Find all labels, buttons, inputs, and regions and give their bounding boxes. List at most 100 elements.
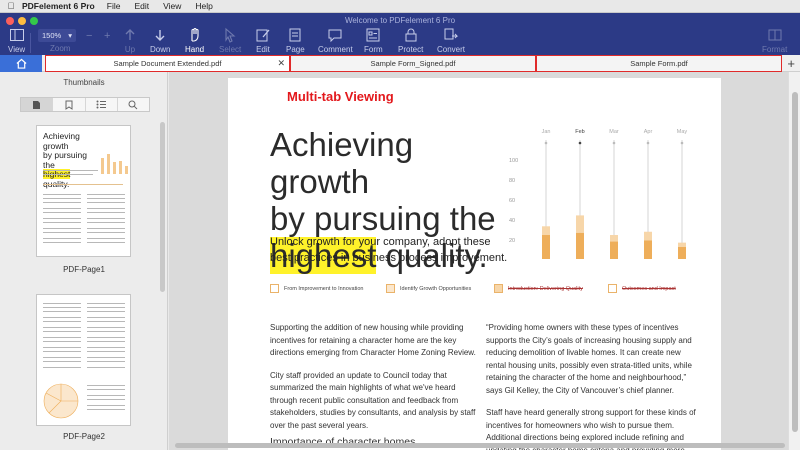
- tab-sample-document-extended[interactable]: Sample Document Extended.pdf ✕: [45, 55, 290, 72]
- bar-chart: 100 80 60 40 20 Jan Feb Mar Apr May: [509, 129, 688, 259]
- y-tick-label: 40: [509, 218, 515, 224]
- cursor-icon: [225, 27, 236, 43]
- zoom-value: 150%: [42, 31, 62, 40]
- thumbnail-page-1[interactable]: Achieving growth by pursuing the highest…: [36, 125, 131, 257]
- format-icon: [768, 29, 782, 41]
- legend-item-2: Identify Growth Opportunities: [386, 284, 471, 293]
- toolbar-divider: [30, 33, 31, 53]
- add-tab-button[interactable]: +: [787, 55, 795, 72]
- thumbnails-panel: Thumbnails Achieving growth by pursuing …: [0, 72, 168, 450]
- legend-swatch: [386, 284, 395, 293]
- y-tick-label: 60: [509, 198, 515, 204]
- legend-item-3: Introduction: Delivering Quality: [494, 284, 583, 293]
- convert-button[interactable]: Convert: [437, 27, 465, 54]
- y-tick-label: 100: [509, 158, 518, 164]
- search-icon: [128, 100, 138, 109]
- hand-label: Hand: [185, 45, 205, 54]
- form-button[interactable]: Form: [364, 27, 383, 54]
- edit-icon: [256, 29, 270, 42]
- bookmark-icon: [65, 100, 73, 110]
- form-label: Form: [364, 45, 383, 54]
- panel-title: Thumbnails: [63, 78, 105, 87]
- down-label: Down: [150, 45, 171, 54]
- close-icon[interactable]: ✕: [277, 58, 285, 69]
- comment-icon: [328, 29, 342, 43]
- bar-light: [542, 226, 550, 236]
- text-column-left: Supporting the addition of new housing w…: [270, 322, 480, 442]
- form-icon: [366, 28, 380, 42]
- legend-label: Identify Growth Opportunities: [400, 285, 472, 292]
- arrow-down-icon: [155, 30, 165, 41]
- legend-label: Outcomes and Impact: [622, 285, 676, 292]
- hand-button[interactable]: Hand: [185, 27, 204, 54]
- legend-swatch: [608, 284, 617, 293]
- page-button[interactable]: Page: [286, 27, 305, 54]
- apple-icon[interactable]: : [0, 1, 22, 11]
- home-tab[interactable]: [0, 55, 42, 72]
- menu-help[interactable]: Help: [195, 1, 212, 11]
- legend-item-4: Outcomes and Impact: [608, 284, 676, 293]
- view-label: View: [8, 45, 26, 54]
- vertical-scrollbar-thumb[interactable]: [792, 92, 798, 432]
- lock-icon: [405, 28, 417, 42]
- up-button[interactable]: Up: [122, 27, 138, 54]
- document-page: Multi-tab Viewing Achieving growth by pu…: [228, 78, 721, 450]
- x-tick-label: May: [677, 129, 688, 135]
- x-tick-label: Feb: [575, 129, 584, 135]
- edit-button[interactable]: Edit: [255, 27, 271, 54]
- search-tab[interactable]: [118, 98, 149, 111]
- outline-tab[interactable]: [86, 98, 118, 111]
- zoom-out-button[interactable]: −: [86, 30, 92, 42]
- bar-light: [610, 235, 618, 242]
- protect-button[interactable]: Protect: [398, 27, 423, 54]
- view-button[interactable]: View: [8, 27, 25, 54]
- menu-edit[interactable]: Edit: [134, 1, 149, 11]
- format-button[interactable]: Format: [762, 27, 787, 54]
- up-label: Up: [124, 45, 136, 54]
- category-marker: [544, 141, 548, 145]
- tab-sample-form-signed[interactable]: Sample Form_Signed.pdf: [290, 55, 536, 72]
- category-marker: [646, 141, 650, 145]
- menu-bar:  PDFelement 6 Pro File Edit View Help: [0, 0, 800, 13]
- tab-label: Sample Form.pdf: [630, 59, 688, 68]
- bookmark-tab[interactable]: [53, 98, 86, 111]
- x-tick-label: Jan: [542, 129, 551, 135]
- legend-label: Introduction: Delivering Quality: [508, 285, 583, 292]
- bar-dark: [678, 247, 686, 259]
- menu-view[interactable]: View: [163, 1, 181, 11]
- panel-tabs: [20, 97, 150, 112]
- x-tick-label: Apr: [644, 129, 653, 135]
- y-tick-label: 20: [509, 238, 515, 244]
- tab-sample-form[interactable]: Sample Form.pdf: [536, 55, 782, 72]
- thumbnail-headline: Achieving growth by pursuing the highest…: [43, 131, 87, 188]
- legend-item-1: From Improvement to Innovation: [270, 284, 363, 293]
- thumbnail-label-page-2: PDF-Page2: [63, 432, 105, 441]
- vertical-scrollbar[interactable]: [788, 72, 800, 450]
- category-marker: [680, 141, 684, 145]
- horizontal-scrollbar[interactable]: [175, 443, 785, 448]
- chevron-down-icon: ▾: [68, 31, 72, 40]
- toolbar: Welcome to PDFelement 6 Pro View 150% ▾ …: [0, 13, 800, 55]
- category-marker: [578, 141, 582, 145]
- thumbnail-page-2[interactable]: [36, 294, 131, 426]
- paragraph: City staff provided an update to Council…: [270, 370, 476, 430]
- text-column-right: “Providing home owners with these types …: [486, 322, 701, 450]
- thumbnail-label-page-1: PDF-Page1: [63, 265, 105, 274]
- legend-label: From Improvement to Innovation: [284, 285, 364, 292]
- zoom-select[interactable]: 150% ▾: [38, 29, 76, 42]
- protect-label: Protect: [398, 45, 424, 54]
- thumbnail-tab[interactable]: [21, 98, 54, 111]
- down-button[interactable]: Down: [150, 27, 170, 54]
- convert-icon: [444, 28, 459, 40]
- home-icon: [16, 58, 26, 69]
- menu-file[interactable]: File: [107, 1, 121, 11]
- paragraph: Supporting the addition of new housing w…: [270, 323, 476, 357]
- page-label: Page: [286, 45, 305, 54]
- comment-label: Comment: [318, 45, 353, 54]
- bar-dark: [644, 240, 652, 259]
- thumbnail-scrollbar[interactable]: [160, 122, 165, 292]
- app-menu[interactable]: PDFelement 6 Pro: [22, 1, 95, 11]
- comment-button[interactable]: Comment: [318, 27, 353, 54]
- select-button[interactable]: Select: [219, 27, 241, 54]
- zoom-in-button[interactable]: +: [104, 30, 110, 42]
